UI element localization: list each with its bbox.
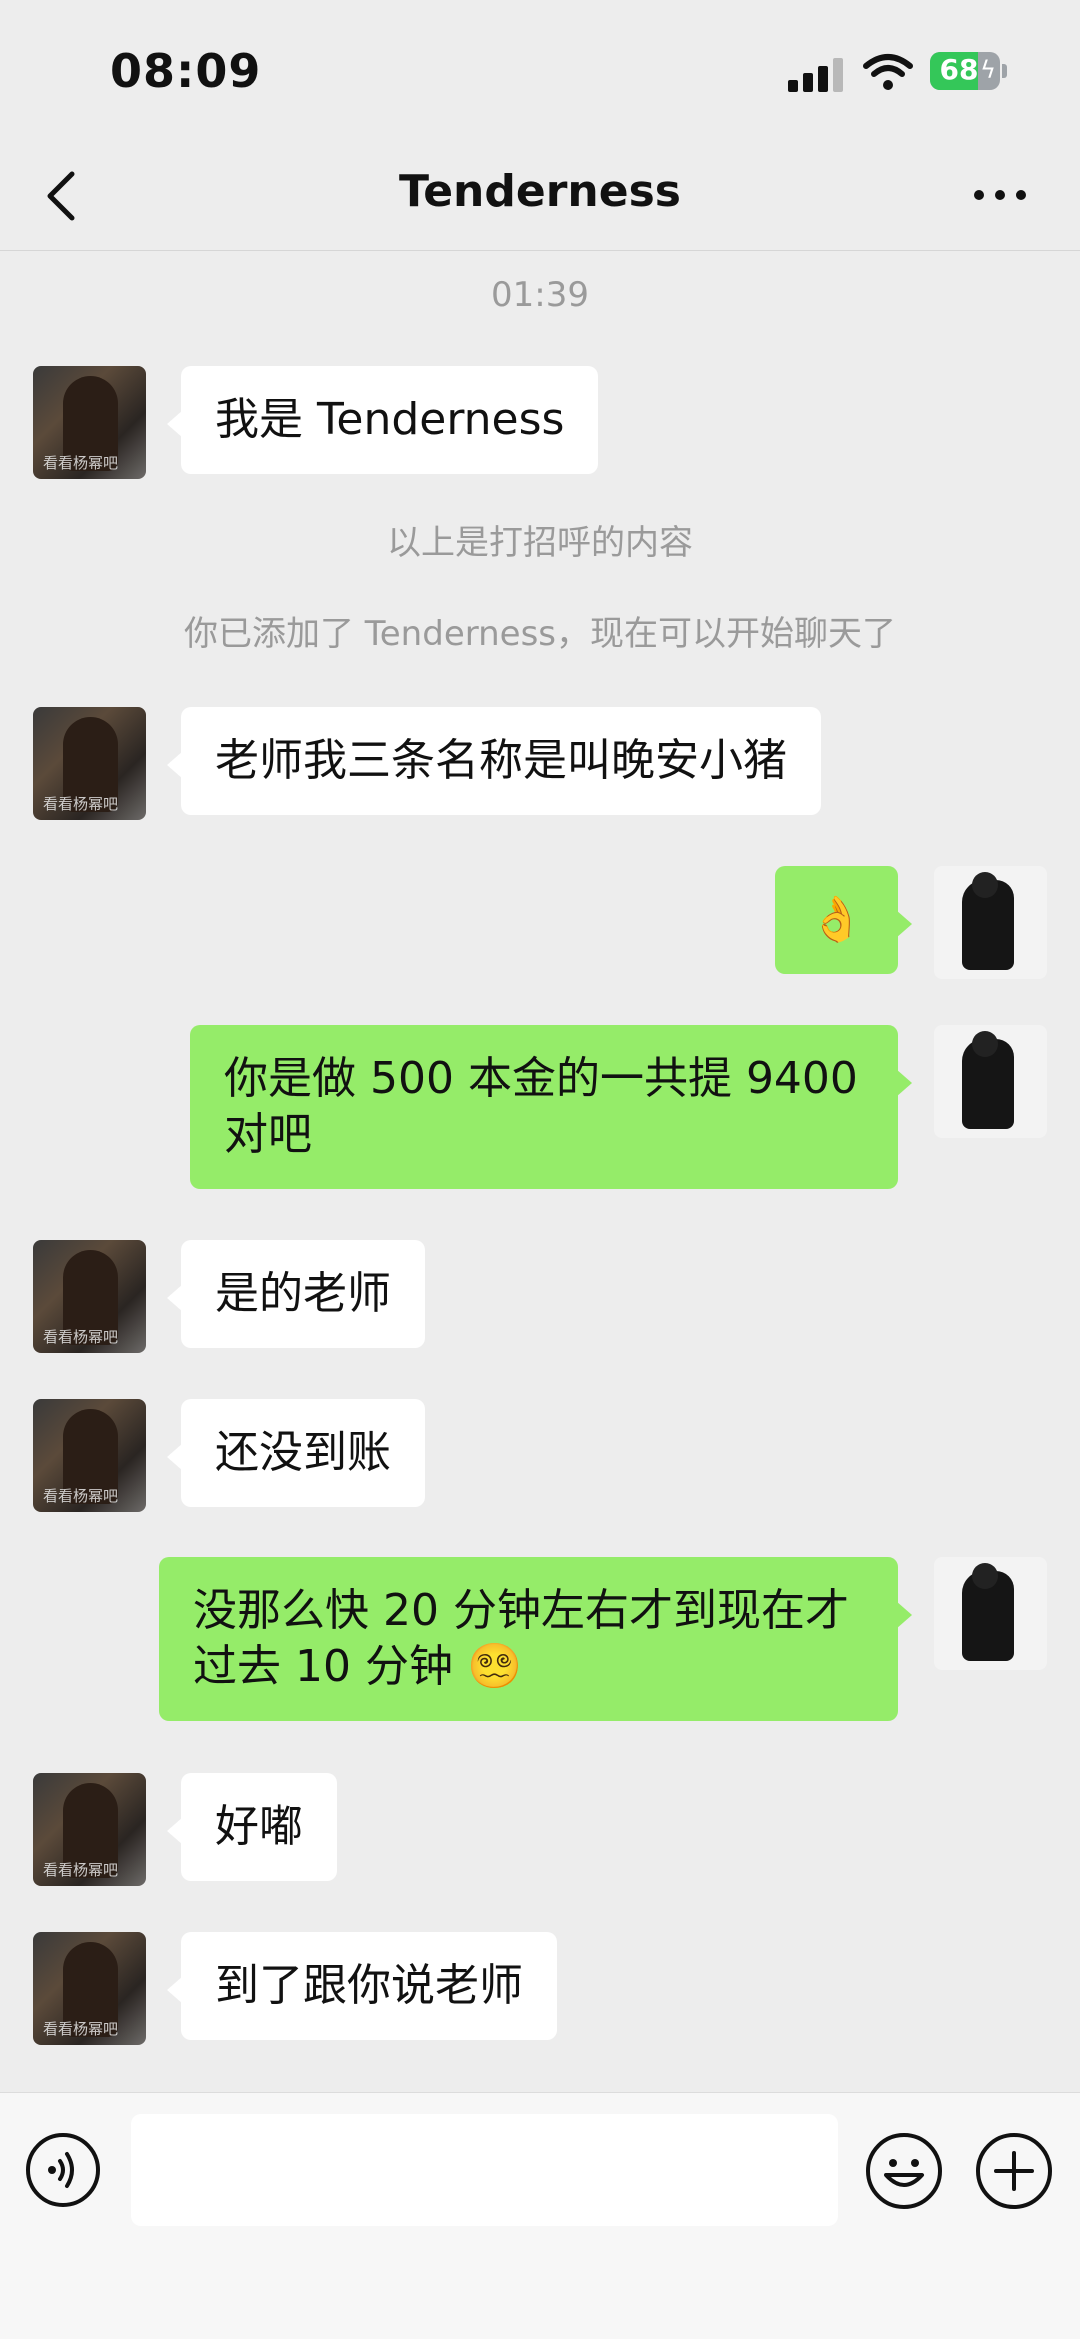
contact-avatar[interactable]: 看看杨幂吧 <box>33 366 146 479</box>
avatar-watermark: 看看杨幂吧 <box>43 1328 119 1346</box>
message-bubble-received[interactable]: 我是 Tenderness <box>166 366 599 474</box>
avatar-watermark: 看看杨幂吧 <box>43 1861 119 1879</box>
voice-icon[interactable] <box>26 2133 100 2207</box>
contact-avatar[interactable]: 看看杨幂吧 <box>33 1773 146 1886</box>
avatar-watermark: 看看杨幂吧 <box>43 1487 119 1505</box>
avatar-watermark: 看看杨幂吧 <box>43 795 119 813</box>
more-icon[interactable] <box>970 180 1030 210</box>
battery-cap <box>1002 64 1007 78</box>
input-bar <box>0 2092 1080 2339</box>
voice-waves <box>48 2152 74 2188</box>
status-time: 08:09 <box>110 44 262 98</box>
plus-sign <box>994 2151 1034 2191</box>
charging-bolt-icon: ϟ <box>980 56 996 84</box>
message-bubble-received[interactable]: 还没到账 <box>167 1399 425 1507</box>
contact-avatar[interactable]: 看看杨幂吧 <box>33 1932 146 2045</box>
message-bubble-received[interactable]: 好嘟 <box>167 1773 337 1881</box>
emoji-icon[interactable] <box>866 2133 942 2209</box>
message-bubble-received[interactable]: 到了跟你说老师 <box>167 1932 557 2040</box>
chat-header: Tenderness <box>0 140 1080 251</box>
avatar-head <box>972 1563 998 1589</box>
message-input[interactable] <box>131 2114 838 2226</box>
message-bubble-sent[interactable]: 你是做 500 本金的一共提 9400 对吧 <box>190 1025 912 1189</box>
contact-avatar[interactable]: 看看杨幂吧 <box>33 707 146 820</box>
my-avatar[interactable] <box>934 1557 1047 1670</box>
avatar-watermark: 看看杨幂吧 <box>43 454 119 472</box>
chat-title: Tenderness <box>399 166 681 217</box>
avatar-head <box>972 1031 998 1057</box>
message-bubble-sent[interactable]: 没那么快 20 分钟左右才到现在才过去 10 分钟 😵‍💫 <box>159 1557 912 1721</box>
contact-avatar[interactable]: 看看杨幂吧 <box>33 1240 146 1353</box>
message-timestamp: 01:39 <box>491 275 589 315</box>
plus-icon[interactable] <box>976 2133 1052 2209</box>
avatar-head <box>972 872 998 898</box>
signal-icon <box>788 58 844 92</box>
status-bar: 08:09 68 ϟ <box>0 0 1080 140</box>
message-bubble-received[interactable]: 老师我三条名称是叫晚安小猪 <box>167 707 821 815</box>
message-bubble-sent[interactable]: 👌 <box>775 866 912 974</box>
wifi-icon <box>863 54 913 90</box>
battery-icon: 68 ϟ <box>930 52 1000 90</box>
my-avatar[interactable] <box>934 1025 1047 1138</box>
system-message-greeting: 以上是打招呼的内容 <box>387 523 693 563</box>
emoji-face <box>884 2159 924 2187</box>
avatar-watermark: 看看杨幂吧 <box>43 2020 119 2038</box>
contact-avatar[interactable]: 看看杨幂吧 <box>33 1399 146 1512</box>
my-avatar[interactable] <box>934 866 1047 979</box>
message-bubble-received[interactable]: 是的老师 <box>167 1240 425 1348</box>
system-message-added: 你已添加了 Tenderness，现在可以开始聊天了 <box>183 614 897 654</box>
